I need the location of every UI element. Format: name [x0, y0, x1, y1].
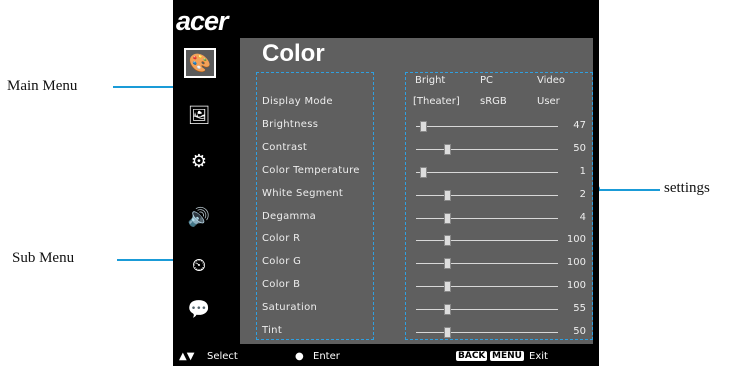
slider-track[interactable]: [416, 125, 558, 127]
sub-menu-item[interactable]: Brightness: [262, 119, 318, 130]
slider-thumb[interactable]: [420, 166, 428, 178]
slider-thumb[interactable]: [444, 189, 452, 201]
slider-value: 4: [579, 211, 586, 223]
settings-box: [405, 72, 593, 340]
slider-value: 100: [566, 257, 586, 269]
settings-icon[interactable]: ⚙: [186, 148, 212, 174]
enter-icon: ●: [295, 351, 304, 362]
settings-callout: settings: [664, 180, 710, 196]
slider-track[interactable]: [416, 148, 558, 150]
slider-thumb[interactable]: [444, 327, 452, 338]
sub-menu-item[interactable]: Saturation: [262, 302, 317, 313]
footer-exit: Exit: [529, 351, 548, 362]
sub-menu-item[interactable]: Contrast: [262, 142, 307, 153]
slider-thumb[interactable]: [444, 212, 452, 224]
slider-value: 100: [566, 234, 586, 246]
slider-track[interactable]: [416, 286, 558, 288]
back-key: BACK: [456, 351, 488, 361]
slider-thumb[interactable]: [444, 235, 452, 247]
display-mode-value[interactable]: [Theater]: [413, 96, 460, 107]
timer-icon[interactable]: ⏲: [186, 252, 212, 278]
menu-key: MENU: [490, 351, 524, 361]
sub-menu-item[interactable]: Color G: [262, 256, 301, 267]
slider-thumb[interactable]: [420, 120, 428, 132]
up-down-icon: ▲▼: [179, 351, 195, 362]
slider-track[interactable]: [416, 240, 558, 242]
display-mode-value[interactable]: sRGB: [480, 96, 507, 107]
footer-enter: Enter: [313, 351, 340, 362]
slider-track[interactable]: [416, 171, 558, 173]
slider-track[interactable]: [416, 194, 558, 196]
display-mode-option[interactable]: Video: [537, 75, 565, 86]
slider-value: 50: [573, 142, 586, 154]
display-mode-option[interactable]: Bright: [415, 75, 445, 86]
slider-value: 50: [573, 326, 586, 337]
sub-menu-item[interactable]: Degamma: [262, 211, 316, 222]
footer-select: Select: [207, 351, 238, 362]
display-mode-value[interactable]: User: [537, 96, 560, 107]
slider-track[interactable]: [416, 217, 558, 219]
slider-value: 55: [573, 303, 586, 315]
main-menu-leader: [113, 86, 181, 88]
sub-menu-item[interactable]: Tint: [262, 325, 282, 336]
slider-thumb[interactable]: [444, 304, 452, 316]
color-panel: Color Bright PC Video [Theater] sRGB Use…: [240, 38, 593, 344]
main-menu: 🎨 🖼 ⚙ 🔊 ⏲ 💬: [173, 38, 226, 346]
sub-menu-item[interactable]: Color Temperature: [262, 165, 360, 176]
sub-menu-callout: Sub Menu: [12, 250, 75, 266]
slider-thumb[interactable]: [444, 281, 452, 293]
slider-track[interactable]: [416, 332, 558, 333]
display-mode-option[interactable]: PC: [480, 75, 493, 86]
slider-thumb[interactable]: [444, 258, 452, 270]
sub-menu-item[interactable]: Color B: [262, 279, 300, 290]
sub-menu-item[interactable]: White Segment: [262, 188, 343, 199]
acer-logo: acer: [176, 6, 229, 36]
speaker-icon[interactable]: 🔊: [186, 204, 212, 230]
language-icon[interactable]: 💬: [186, 296, 212, 322]
sub-menu-item[interactable]: Color R: [262, 233, 300, 244]
osd-menu: acer 🎨 🖼 ⚙ 🔊 ⏲ 💬 Color Bright PC Video […: [173, 0, 599, 366]
image-icon[interactable]: 🖼: [186, 102, 212, 128]
palette-icon[interactable]: 🎨: [184, 48, 216, 78]
slider-thumb[interactable]: [444, 143, 452, 155]
sub-menu-item[interactable]: Display Mode: [262, 96, 333, 107]
slider-value: 100: [566, 280, 586, 292]
slider-value: 47: [573, 119, 586, 131]
panel-title: Color: [262, 40, 325, 67]
settings-leader: [596, 189, 660, 191]
slider-track[interactable]: [416, 309, 558, 311]
slider-track[interactable]: [416, 263, 558, 265]
main-menu-callout: Main Menu: [7, 78, 78, 94]
slider-value: 1: [579, 165, 586, 177]
footer-bar: ▲▼ Select ● Enter BACK MENU Exit: [173, 346, 599, 366]
slider-value: 2: [579, 188, 586, 200]
sub-menu-box: [256, 72, 374, 340]
